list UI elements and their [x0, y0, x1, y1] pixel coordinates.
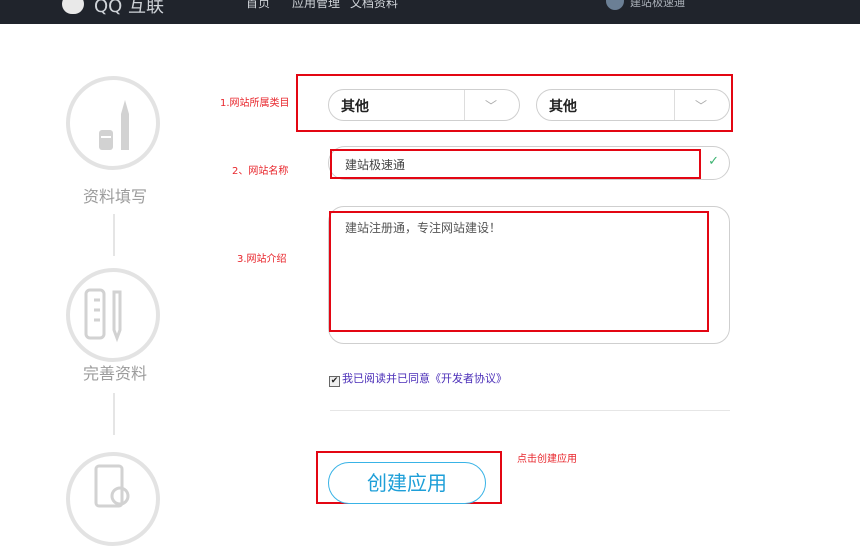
username[interactable]: 建站极速通 — [630, 0, 685, 10]
category-annotation: 1.网站所属类目 — [220, 98, 290, 109]
agreement-row[interactable]: ✔ 我已阅读并已同意《开发者协议》 — [329, 370, 507, 387]
step-connector — [113, 393, 115, 435]
site-name-annotation: 2、网站名称 — [232, 166, 289, 177]
top-navbar: QQ 互联 首页 应用管理 文档资料 建站极速通 — [0, 0, 860, 24]
step-2-circle — [66, 268, 160, 362]
step-1-circle — [66, 76, 160, 170]
step-2-label: 完善资料 — [82, 364, 147, 383]
logo-text[interactable]: QQ 互联 — [94, 0, 164, 18]
site-intro-annotation: 3.网站介绍 — [237, 254, 287, 265]
pencil-icon — [99, 100, 129, 150]
step-3-circle — [66, 452, 160, 546]
document-check-icon — [94, 464, 130, 508]
nav-home[interactable]: 首页 — [246, 0, 270, 11]
create-annotation: 点击创建应用 — [517, 454, 577, 465]
annotation-box-category — [296, 74, 733, 132]
annotation-box-intro — [329, 211, 709, 332]
check-icon: ✓ — [708, 154, 719, 169]
ruler-pen-icon — [84, 288, 122, 343]
step-1-label: 资料填写 — [82, 187, 147, 206]
avatar[interactable] — [606, 0, 624, 10]
step-connector — [113, 214, 115, 256]
nav-app-manage[interactable]: 应用管理 — [292, 0, 340, 11]
qq-logo-icon[interactable] — [62, 0, 84, 14]
divider — [330, 410, 730, 411]
annotation-box-name — [330, 149, 701, 179]
create-app-button[interactable]: 创建应用 — [328, 462, 486, 504]
nav-docs[interactable]: 文档资料 — [350, 0, 398, 11]
agreement-checkbox[interactable]: ✔ — [329, 376, 340, 387]
agreement-text[interactable]: 我已阅读并已同意《开发者协议》 — [342, 372, 507, 385]
